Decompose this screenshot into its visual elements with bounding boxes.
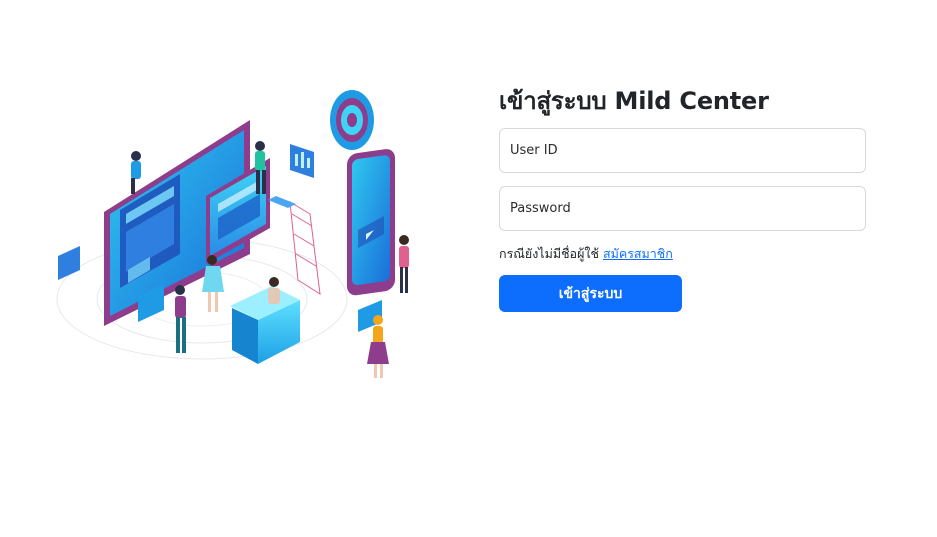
isometric-workspace-icon [56, 90, 409, 378]
password-input[interactable] [499, 186, 866, 231]
no-account-text: กรณียังไม่มีชื่อผู้ใช้ [499, 246, 599, 261]
user-id-input[interactable] [499, 128, 866, 173]
register-prompt: กรณียังไม่มีชื่อผู้ใช้ สมัครสมาชิก [499, 244, 673, 264]
login-panel: เข้าสู่ระบบ Mild Center กรณียังไม่มีชื่อ… [499, 84, 866, 312]
register-link[interactable]: สมัครสมาชิก [603, 246, 673, 261]
hero-illustration [52, 84, 422, 390]
page-title: เข้าสู่ระบบ Mild Center [499, 87, 769, 115]
login-button[interactable]: เข้าสู่ระบบ [499, 275, 682, 312]
